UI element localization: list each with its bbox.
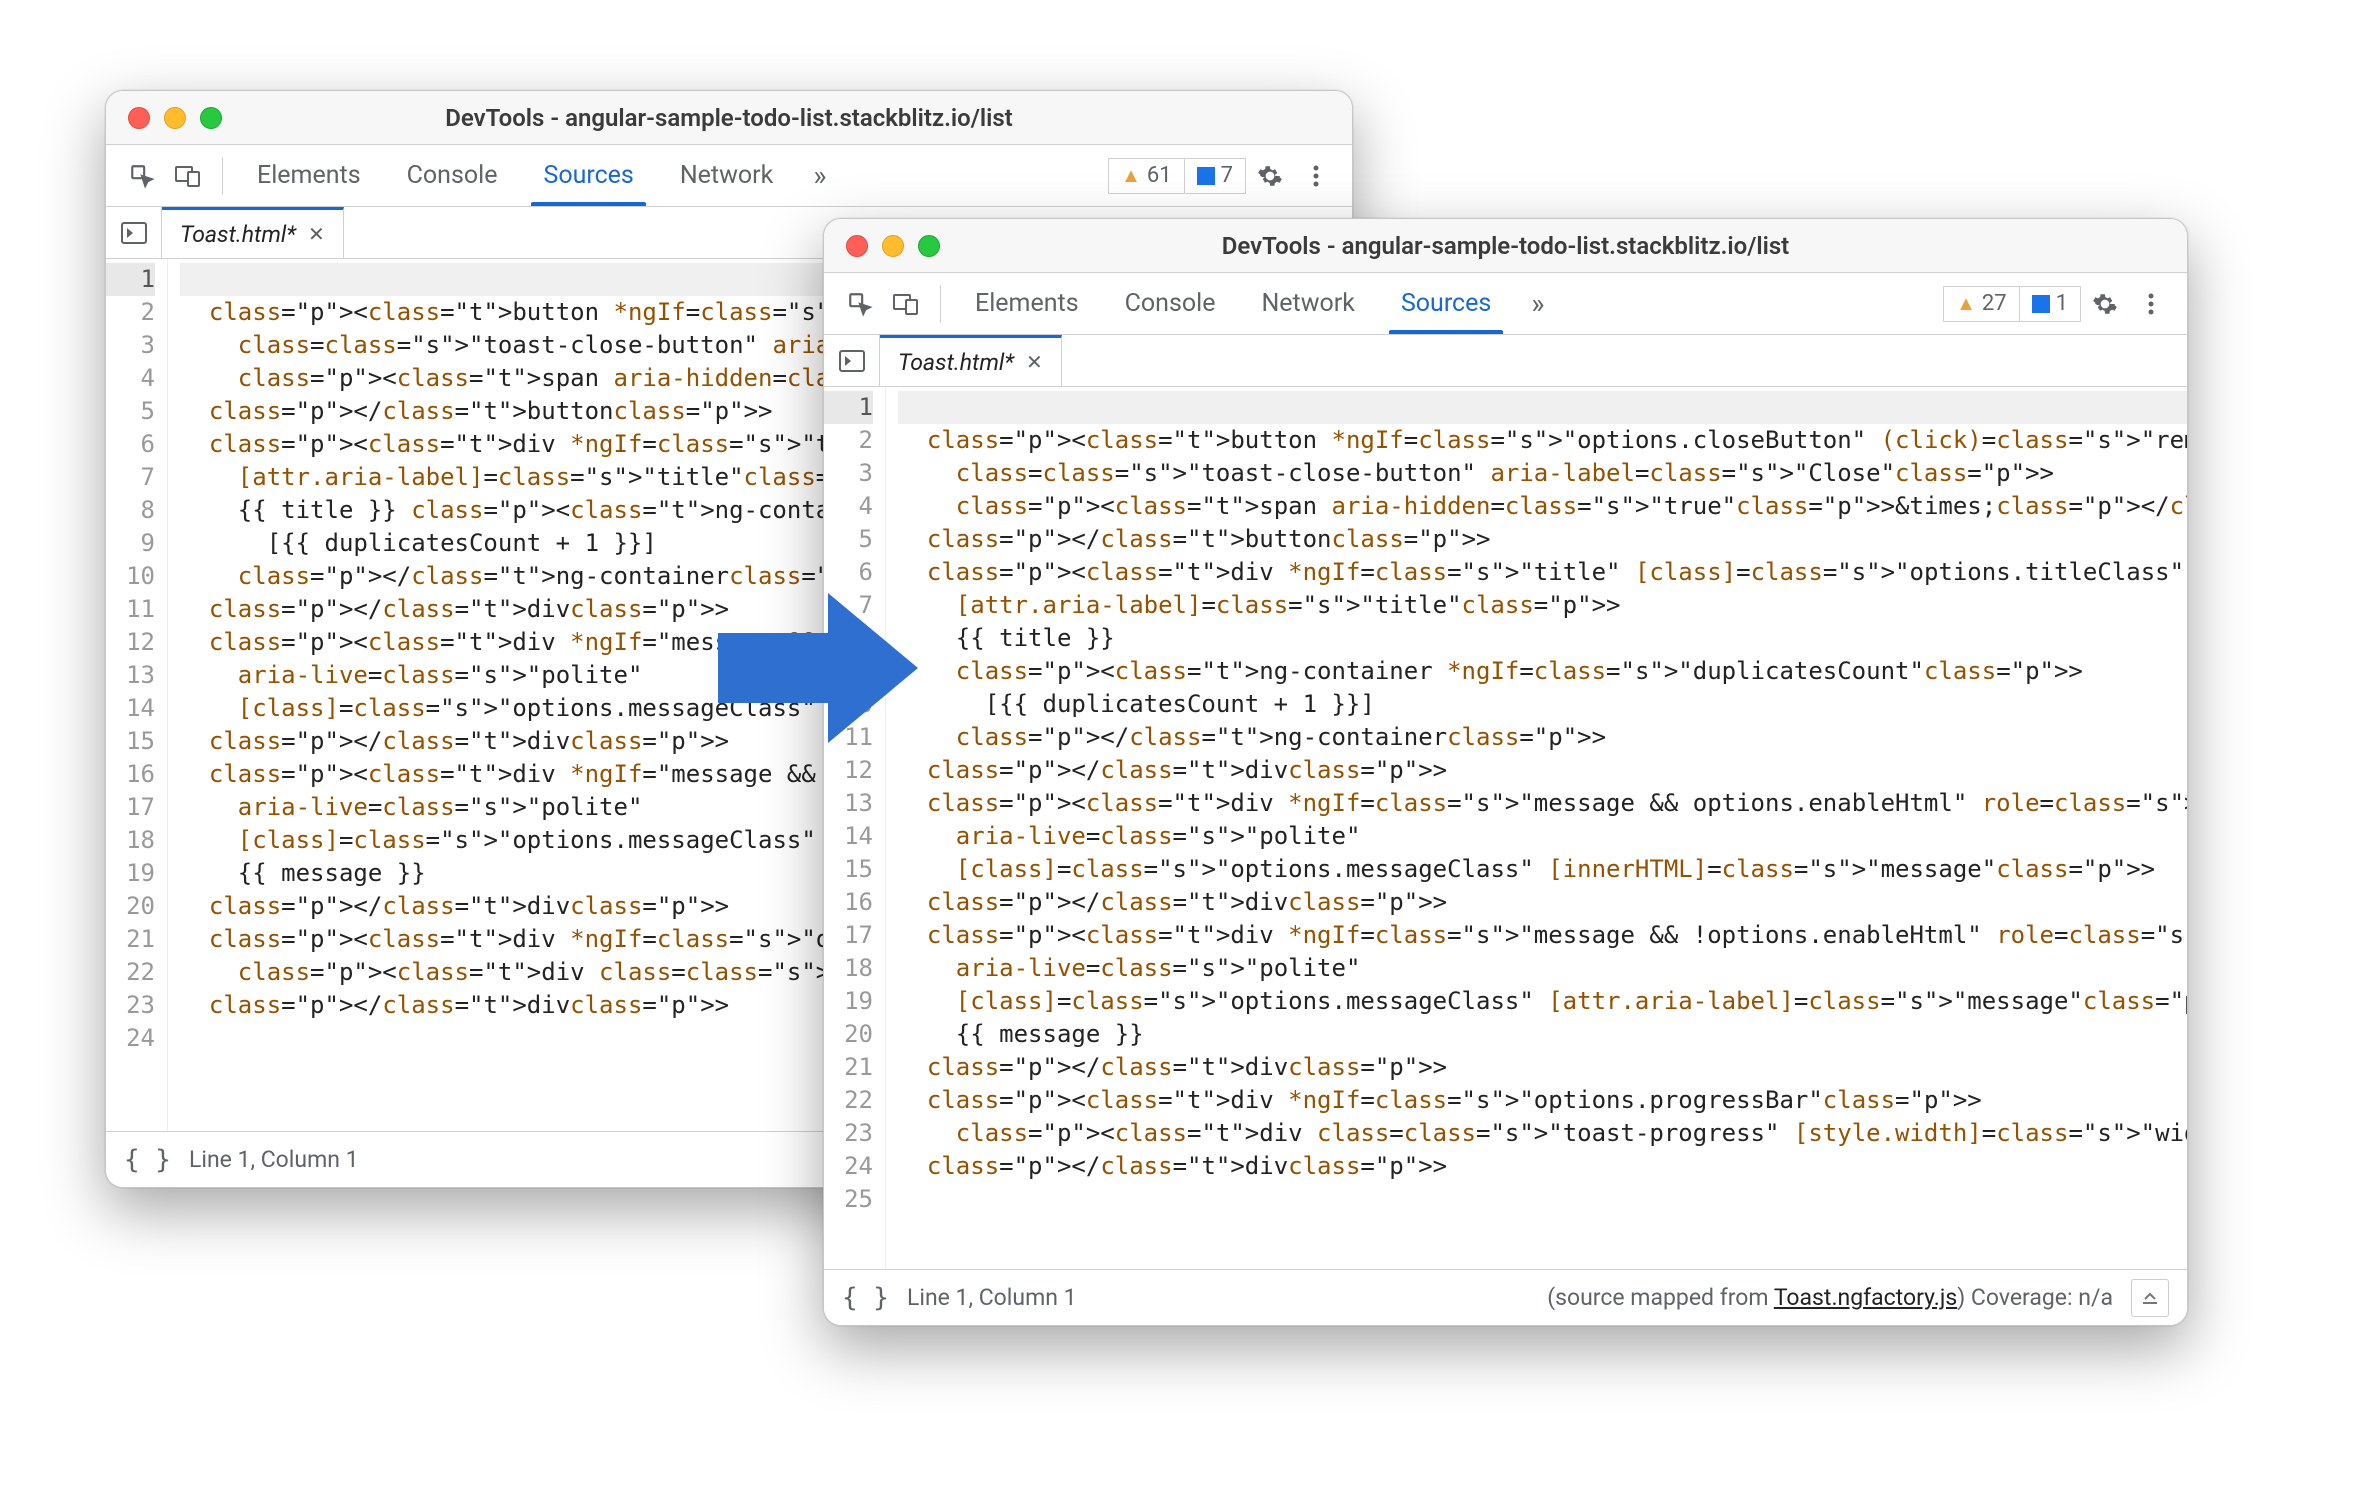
pretty-print-icon[interactable]: { } bbox=[842, 1283, 889, 1313]
info-badge[interactable]: 7 bbox=[1185, 158, 1246, 194]
titlebar: DevTools - angular-sample-todo-list.stac… bbox=[824, 219, 2187, 273]
code-editor[interactable]: 1234567891011121314151617181920212223242… bbox=[824, 387, 2187, 1269]
device-toggle-icon[interactable] bbox=[166, 154, 210, 198]
traffic-lights bbox=[128, 107, 222, 129]
window-title: DevTools - angular-sample-todo-list.stac… bbox=[106, 104, 1352, 132]
traffic-lights bbox=[846, 235, 940, 257]
pretty-print-icon[interactable]: { } bbox=[124, 1145, 171, 1175]
file-tab-label: Toast.html* bbox=[180, 221, 296, 248]
file-tab-label: Toast.html* bbox=[898, 349, 1014, 376]
source-map-info: (source mapped from Toast.ngfactory.js) … bbox=[1547, 1284, 2113, 1311]
close-tab-icon[interactable]: ✕ bbox=[308, 222, 325, 246]
warnings-badge[interactable]: ▲27 bbox=[1943, 286, 2020, 322]
status-bar: { } Line 1, Column 1 (source mapped from… bbox=[824, 1269, 2187, 1325]
tab-network[interactable]: Network bbox=[658, 145, 795, 206]
navigator-toggle-icon[interactable] bbox=[106, 207, 162, 258]
transition-arrow-icon bbox=[718, 583, 918, 753]
cursor-position: Line 1, Column 1 bbox=[189, 1146, 359, 1173]
main-toolbar: Elements Console Network Sources » ▲27 1 bbox=[824, 273, 2187, 335]
issue-badges[interactable]: ▲27 1 bbox=[1943, 286, 2081, 322]
info-badge[interactable]: 1 bbox=[2020, 286, 2081, 322]
tab-network[interactable]: Network bbox=[1239, 273, 1376, 334]
tab-elements[interactable]: Elements bbox=[953, 273, 1101, 334]
tab-console[interactable]: Console bbox=[1103, 273, 1238, 334]
main-toolbar: Elements Console Sources Network » ▲61 7 bbox=[106, 145, 1352, 207]
tab-elements[interactable]: Elements bbox=[235, 145, 383, 206]
inspect-element-icon[interactable] bbox=[838, 282, 882, 326]
minimize-window-button[interactable] bbox=[164, 107, 186, 129]
device-toggle-icon[interactable] bbox=[884, 282, 928, 326]
code-content[interactable]: class="p"><class="t">button *ngIf=class=… bbox=[886, 387, 2187, 1269]
line-gutter: 1234567891011121314151617181920212223242… bbox=[824, 387, 886, 1269]
close-tab-icon[interactable]: ✕ bbox=[1026, 350, 1043, 374]
devtools-window-right: DevTools - angular-sample-todo-list.stac… bbox=[823, 218, 2188, 1326]
close-window-button[interactable] bbox=[846, 235, 868, 257]
file-tab[interactable]: Toast.html* ✕ bbox=[880, 335, 1062, 386]
tab-sources[interactable]: Sources bbox=[1379, 273, 1513, 334]
kebab-menu-icon[interactable] bbox=[2129, 282, 2173, 326]
file-tab-bar: Toast.html* ✕ bbox=[824, 335, 2187, 387]
panel-tabs: Elements Console Network Sources bbox=[953, 273, 1513, 334]
titlebar: DevTools - angular-sample-todo-list.stac… bbox=[106, 91, 1352, 145]
tab-sources[interactable]: Sources bbox=[521, 145, 655, 206]
separator bbox=[222, 157, 223, 195]
source-map-link[interactable]: Toast.ngfactory.js bbox=[1774, 1284, 1957, 1311]
issue-badges[interactable]: ▲61 7 bbox=[1108, 158, 1246, 194]
zoom-window-button[interactable] bbox=[200, 107, 222, 129]
tab-console[interactable]: Console bbox=[385, 145, 520, 206]
kebab-menu-icon[interactable] bbox=[1294, 154, 1338, 198]
panel-tabs: Elements Console Sources Network bbox=[235, 145, 795, 206]
drawer-toggle-icon[interactable] bbox=[2131, 1279, 2169, 1317]
separator bbox=[940, 285, 941, 323]
window-title: DevTools - angular-sample-todo-list.stac… bbox=[824, 232, 2187, 260]
line-gutter: 123456789101112131415161718192021222324 bbox=[106, 259, 168, 1131]
settings-gear-icon[interactable] bbox=[1248, 154, 1292, 198]
more-tabs-button[interactable]: » bbox=[797, 159, 842, 192]
close-window-button[interactable] bbox=[128, 107, 150, 129]
more-tabs-button[interactable]: » bbox=[1515, 287, 1560, 320]
file-tab[interactable]: Toast.html* ✕ bbox=[162, 207, 344, 258]
navigator-toggle-icon[interactable] bbox=[824, 335, 880, 386]
warnings-badge[interactable]: ▲61 bbox=[1108, 158, 1185, 194]
inspect-element-icon[interactable] bbox=[120, 154, 164, 198]
zoom-window-button[interactable] bbox=[918, 235, 940, 257]
minimize-window-button[interactable] bbox=[882, 235, 904, 257]
settings-gear-icon[interactable] bbox=[2083, 282, 2127, 326]
cursor-position: Line 1, Column 1 bbox=[907, 1284, 1077, 1311]
